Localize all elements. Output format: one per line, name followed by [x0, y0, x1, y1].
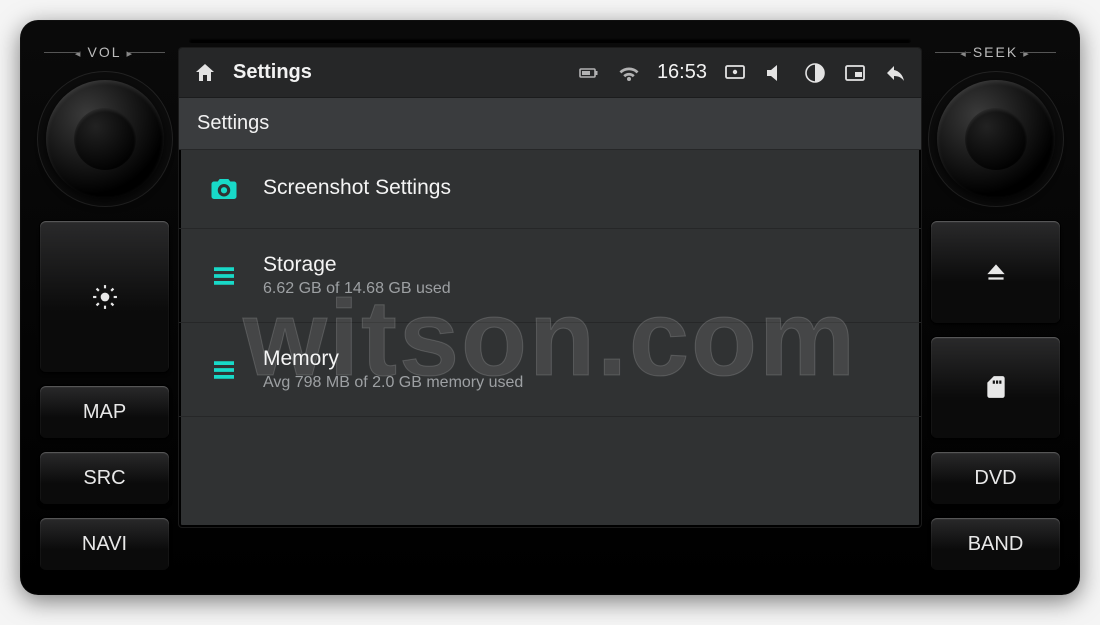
src-button[interactable]: SRC: [40, 452, 169, 504]
android-screen: Settings 16:53 Settings Screenshot Set: [179, 48, 921, 527]
sd-card-icon: [983, 374, 1009, 400]
dvd-button[interactable]: DVD: [931, 452, 1060, 504]
head-unit: VOL MAP SRC NAVI Settings 16:53: [20, 20, 1080, 595]
navi-button[interactable]: NAVI: [40, 518, 169, 570]
volume-knob[interactable]: [46, 80, 164, 198]
status-bar: Settings 16:53: [179, 48, 921, 98]
map-button[interactable]: MAP: [40, 386, 169, 438]
settings-list: Screenshot Settings Storage6.62 GB of 14…: [179, 150, 921, 527]
statusbar-title: Settings: [233, 61, 312, 84]
eject-button[interactable]: [931, 221, 1060, 323]
row-storage[interactable]: Storage6.62 GB of 14.68 GB used: [179, 229, 921, 323]
battery-icon: [577, 61, 601, 85]
dim-icon[interactable]: [803, 61, 827, 85]
row-memory[interactable]: MemoryAvg 798 MB of 2.0 GB memory used: [179, 323, 921, 417]
brightness-button[interactable]: [40, 221, 169, 372]
camera-icon: [209, 174, 239, 204]
left-panel: VOL MAP SRC NAVI: [20, 20, 175, 595]
seek-knob[interactable]: [937, 80, 1055, 198]
seek-label: SEEK: [925, 40, 1066, 64]
home-icon[interactable]: [193, 61, 217, 85]
storage-icon: [209, 261, 239, 291]
page-header: Settings: [179, 98, 921, 150]
brightness-icon: [92, 284, 118, 310]
memory-icon: [209, 355, 239, 385]
pip-icon[interactable]: [843, 61, 867, 85]
mute-icon[interactable]: [763, 61, 787, 85]
disc-slot: [189, 38, 911, 43]
sd-button[interactable]: [931, 337, 1060, 439]
eject-icon: [983, 259, 1009, 285]
clock: 16:53: [657, 61, 707, 84]
row-screenshot-settings[interactable]: Screenshot Settings: [179, 150, 921, 229]
display-icon[interactable]: [723, 61, 747, 85]
band-button[interactable]: BAND: [931, 518, 1060, 570]
screen-area: Settings 16:53 Settings Screenshot Set: [175, 20, 925, 595]
back-icon[interactable]: [883, 61, 907, 85]
right-panel: SEEK DVD BAND: [925, 20, 1080, 595]
wifi-icon: [617, 61, 641, 85]
vol-label: VOL: [34, 40, 175, 64]
